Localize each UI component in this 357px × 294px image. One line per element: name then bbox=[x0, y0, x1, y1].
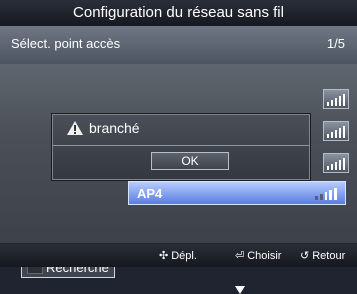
signal-strength-icon bbox=[323, 153, 349, 173]
return-hint: ↺ Retour bbox=[300, 250, 346, 262]
enter-icon: ⏎ bbox=[235, 250, 245, 262]
footer-help-bar: ✣ Dépl. ⏎ Choisir ↺ Retour bbox=[0, 244, 357, 267]
ok-button[interactable]: OK bbox=[151, 152, 229, 170]
dialog-message: branché bbox=[89, 120, 140, 136]
page-indicator: 1/5 bbox=[326, 36, 345, 51]
dpad-icon: ✣ bbox=[159, 250, 169, 262]
dialog-divider bbox=[53, 145, 309, 146]
page-title: Configuration du réseau sans fil bbox=[0, 0, 357, 26]
signal-strength-icon bbox=[315, 188, 337, 200]
warning-icon bbox=[67, 121, 83, 135]
signal-strength-icon bbox=[323, 121, 349, 141]
move-hint: ✣ Dépl. bbox=[159, 250, 197, 262]
return-icon: ↺ bbox=[300, 250, 310, 262]
access-point-item[interactable]: AP4 bbox=[128, 181, 346, 205]
scroll-down-icon[interactable] bbox=[235, 286, 245, 294]
signal-strength-icon bbox=[323, 89, 349, 109]
section-title: Sélect. point accès bbox=[11, 36, 121, 51]
status-dialog: branché OK bbox=[52, 114, 310, 180]
access-point-label: AP4 bbox=[137, 186, 163, 201]
enter-hint: ⏎ Choisir bbox=[235, 250, 282, 262]
section-header: Sélect. point accès 1/5 bbox=[0, 26, 357, 65]
wireless-network-setup-screen: Configuration du réseau sans fil Sélect.… bbox=[0, 0, 357, 294]
